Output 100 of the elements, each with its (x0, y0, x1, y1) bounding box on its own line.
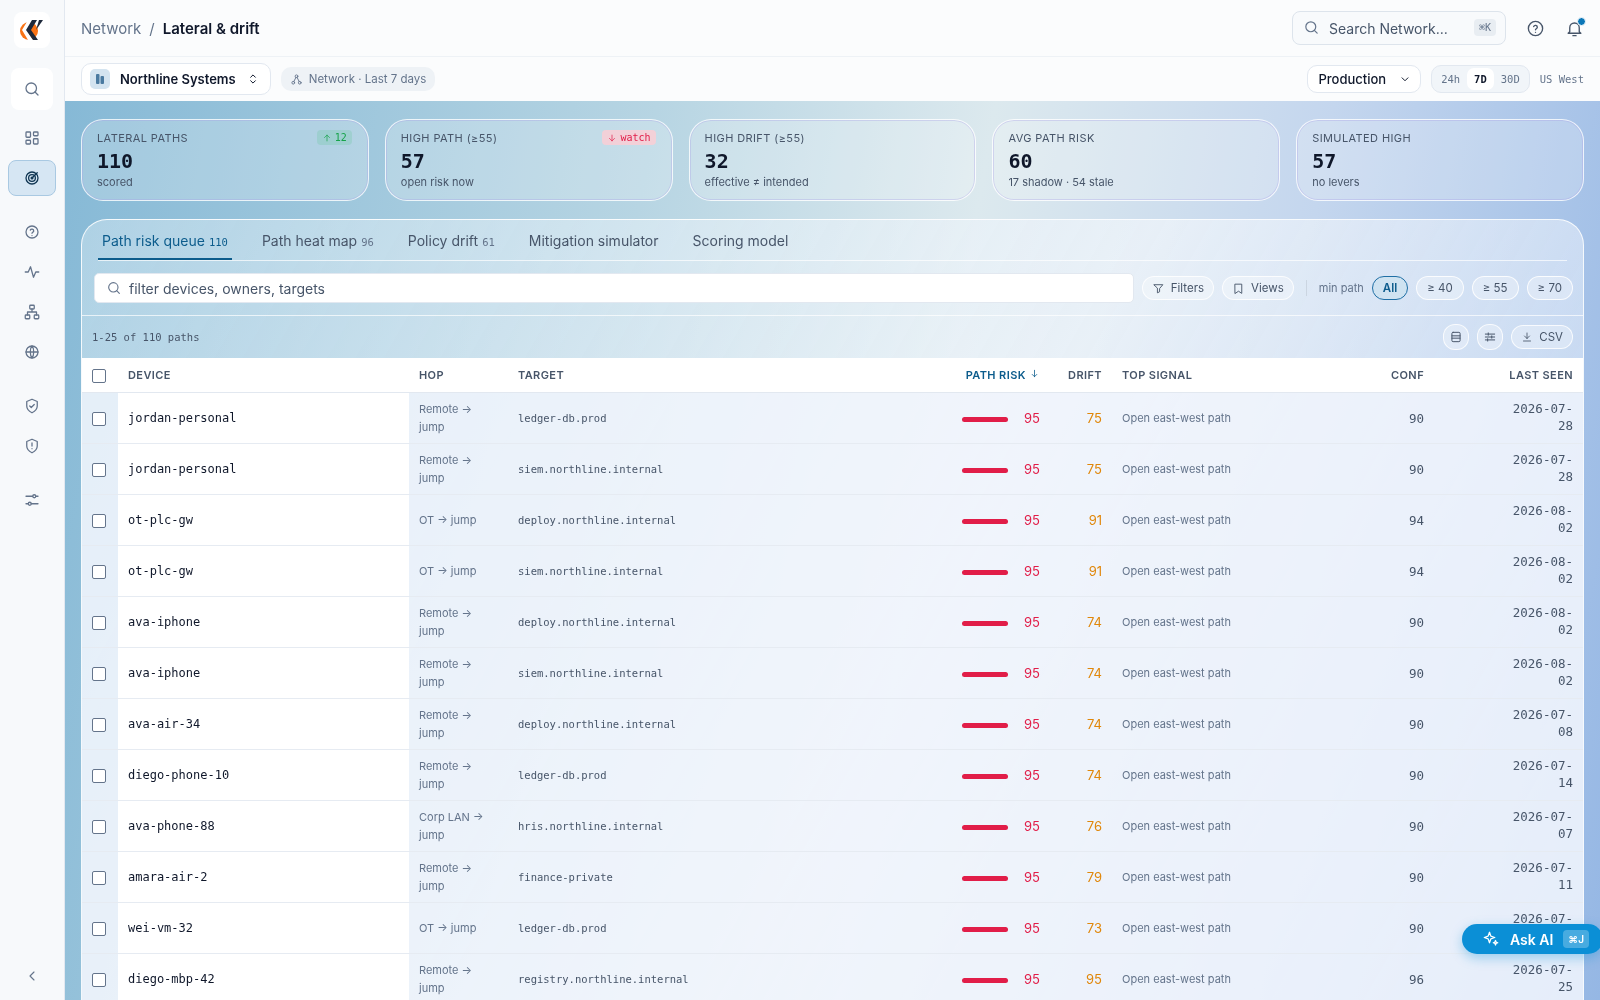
risk-bar (962, 824, 1008, 830)
pagination-text: 1-25 of 110 paths (92, 331, 200, 343)
threshold-chip[interactable]: All (1371, 276, 1409, 300)
device-cell: wei-vm-32 (118, 902, 409, 954)
search-icon (23, 80, 41, 98)
row-checkbox[interactable] (92, 513, 106, 528)
hop-cell: Remote → jump (409, 596, 508, 648)
column-header[interactable]: DRIFT (1050, 358, 1112, 393)
hop-cell: OT → jump (409, 902, 508, 954)
risk-bar (962, 620, 1008, 626)
environment-dropdown[interactable]: Production (1307, 65, 1422, 93)
row-checkbox[interactable] (92, 819, 106, 834)
time-range-tab[interactable]: 30D (1493, 68, 1527, 90)
help-icon (1526, 18, 1545, 38)
filters-button[interactable]: Filters (1141, 276, 1215, 300)
risk-bar (962, 671, 1008, 677)
conf-cell: 90 (1372, 902, 1434, 954)
logo-icon (14, 12, 50, 48)
tab[interactable]: Mitigation simulator (524, 232, 663, 260)
row-checkbox[interactable] (92, 972, 106, 987)
kpi-label: SIMULATED HIGH (1312, 131, 1412, 145)
threshold-chip[interactable]: ≥ 40 (1416, 276, 1464, 300)
last-seen-cell-text: 2026-07-28 (1511, 451, 1573, 485)
device-cell: ot-plc-gw (118, 494, 409, 546)
row-checkbox[interactable] (92, 717, 106, 732)
drift-cell: 74 (1050, 749, 1112, 801)
sliders-icon (1483, 330, 1498, 344)
signal-cell: Open east-west path (1112, 902, 1372, 954)
conf-cell: 90 (1372, 698, 1434, 750)
sidebar-item[interactable] (8, 160, 56, 196)
kpi-label: AVG PATH RISK (1008, 131, 1095, 145)
time-range-tab[interactable]: 7D (1467, 68, 1494, 90)
min-path-label: min path (1318, 281, 1364, 295)
help-button[interactable] (1526, 18, 1545, 38)
kpi-caption: effective ≠ intended (704, 175, 810, 189)
row-checkbox[interactable] (92, 870, 106, 885)
select-all-checkbox[interactable] (92, 368, 106, 383)
target-cell: ledger-db.prod (508, 749, 948, 801)
last-seen-cell-text: 2026-07-25 (1511, 961, 1573, 995)
column-header[interactable]: CONF (1372, 358, 1434, 393)
threshold-chip[interactable]: ≥ 55 (1471, 276, 1519, 300)
column-header[interactable]: TARGET (508, 358, 948, 393)
tab[interactable]: Path heat map 96 (257, 232, 378, 260)
grid-icon (23, 129, 41, 147)
tab[interactable]: Scoring model (688, 232, 793, 260)
tab[interactable]: Path risk queue 110 (98, 232, 232, 260)
risk-cell: 95 (1008, 749, 1050, 801)
density-button[interactable] (1443, 324, 1470, 350)
filter-field[interactable]: filter devices, owners, targets (94, 273, 1134, 303)
column-header[interactable]: TOP SIGNAL (1112, 358, 1372, 393)
search-icon (106, 280, 122, 296)
row-checkbox[interactable] (92, 411, 106, 426)
ask-ai-button[interactable]: Ask AI ⌘J (1462, 924, 1600, 954)
device-cell: ava-iphone (118, 596, 409, 648)
funnel-icon (1151, 281, 1165, 295)
breadcrumb-link[interactable]: Network (81, 18, 142, 38)
views-button[interactable]: Views (1222, 276, 1294, 300)
conf-cell: 96 (1372, 953, 1434, 1000)
risk-cell: 95 (1008, 443, 1050, 495)
row-checkbox[interactable] (92, 564, 106, 579)
hop-cell: Corp LAN → jump (409, 800, 508, 852)
conf-cell: 94 (1372, 545, 1434, 597)
column-header[interactable]: HOP (409, 358, 508, 393)
signal-cell: Open east-west path (1112, 698, 1372, 750)
page-title: Lateral & drift (162, 18, 260, 38)
column-header[interactable]: LAST SEEN (1434, 358, 1583, 393)
threshold-chip[interactable]: ≥ 70 (1526, 276, 1573, 300)
row-checkbox[interactable] (92, 615, 106, 630)
drift-cell: 91 (1050, 494, 1112, 546)
tab[interactable]: Policy drift 61 (403, 232, 499, 260)
kpi-caption: scored (97, 175, 134, 189)
signal-cell: Open east-west path (1112, 443, 1372, 495)
signal-cell: Open east-west path (1112, 851, 1372, 903)
signal-cell: Open east-west path (1112, 647, 1372, 699)
notifications-button[interactable] (1565, 18, 1584, 38)
column-header[interactable]: DEVICE (118, 358, 409, 393)
last-seen-cell-text: 2026-08-02 (1511, 604, 1573, 638)
device-cell: ava-iphone (118, 647, 409, 699)
conf-cell: 90 (1372, 749, 1434, 801)
org-selector[interactable]: Northline Systems (81, 63, 271, 95)
row-checkbox[interactable] (92, 921, 106, 936)
conf-cell: 94 (1372, 494, 1434, 546)
last-seen-cell-text: 2026-08-02 (1511, 655, 1573, 689)
breadcrumb-separator: / (149, 18, 155, 38)
hop-cell: Remote → jump (409, 749, 508, 801)
device-cell: diego-mbp-42 (118, 953, 409, 1000)
target-cell: deploy.northline.internal (508, 494, 948, 546)
last-seen-cell-text: 2026-07-07 (1511, 808, 1573, 842)
columns-button[interactable] (1477, 324, 1504, 350)
row-checkbox[interactable] (92, 768, 106, 783)
row-checkbox[interactable] (92, 462, 106, 477)
target-cell: deploy.northline.internal (508, 698, 948, 750)
row-checkbox[interactable] (92, 666, 106, 681)
column-header[interactable]: PATH RISK (948, 358, 1050, 393)
kpi-caption: no levers (1312, 175, 1361, 189)
target-cell: hris.northline.internal (508, 800, 948, 852)
hop-cell: Remote → jump (409, 851, 508, 903)
csv-button[interactable]: CSV (1511, 325, 1573, 349)
kpi-value: 32 (704, 149, 730, 173)
time-range-tab[interactable]: 24h (1434, 68, 1468, 90)
